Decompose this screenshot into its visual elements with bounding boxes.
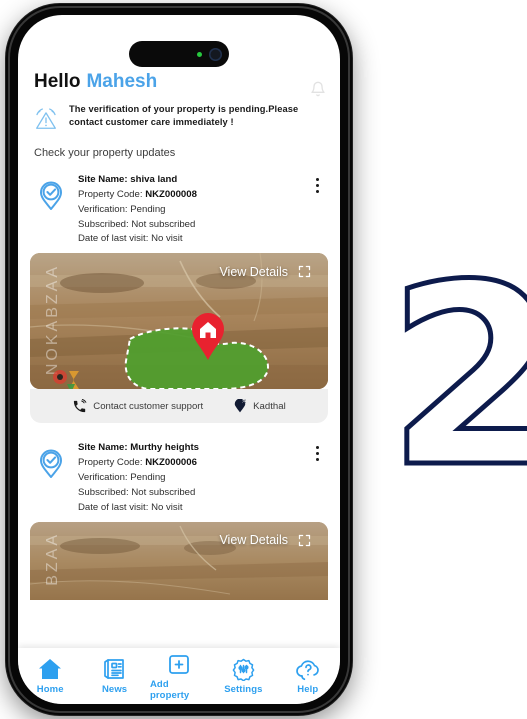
verification-label: Verification:	[78, 203, 128, 215]
nav-item-news[interactable]: News	[86, 657, 144, 695]
recording-indicator-dot	[197, 51, 202, 57]
expand-corners-icon	[298, 266, 311, 278]
nav-item-settings[interactable]: Settings	[214, 657, 272, 695]
menu-dot	[316, 178, 319, 181]
property-code-label: Property Code:	[78, 457, 143, 469]
image-watermark: BZAA	[44, 531, 61, 586]
page-title: Hello Mahesh	[34, 71, 340, 93]
property-code-value: NKZ000006	[145, 457, 197, 469]
property-details: Site Name: Murthy heights Property Code:…	[78, 441, 199, 515]
subscribed-value: Not subscribed	[131, 218, 196, 230]
expand-corners-icon	[298, 534, 311, 546]
property-code-value: NKZ000008	[145, 188, 197, 200]
property-summary: Site Name: shiva land Property Code: NKZ…	[30, 169, 328, 253]
user-name: Mahesh	[86, 71, 158, 92]
bell-icon[interactable]	[310, 81, 326, 97]
map-pin-check-icon	[40, 181, 62, 210]
newspaper-icon	[103, 659, 124, 679]
property-aerial-image[interactable]: BZAA View Details	[30, 521, 328, 600]
greeting-text: Hello	[34, 71, 81, 92]
nav-label-news: News	[101, 684, 128, 695]
nav-label-help: Help	[297, 684, 319, 695]
alert-message: The verification of your property is pen…	[69, 104, 299, 128]
contact-support-label: Contact customer support	[93, 400, 204, 412]
location-label: Kadthal	[253, 400, 286, 412]
phone-frame: Hello Mahesh The verification of your pro…	[6, 4, 352, 715]
nav-item-add-property[interactable]: Add property	[150, 652, 208, 701]
view-details-label: View Details	[219, 533, 288, 548]
last-visit-value: No visit	[151, 501, 183, 513]
verification-alert: The verification of your property is pen…	[32, 103, 324, 131]
last-visit-value: No visit	[151, 233, 183, 245]
map-pin-icon	[234, 399, 246, 413]
scroll-content[interactable]: Hello Mahesh The verification of your pro…	[18, 59, 340, 648]
warning-triangle-icon	[36, 108, 56, 129]
contact-support-button[interactable]: Contact customer support	[72, 398, 204, 414]
verification-value: Pending	[130, 472, 166, 484]
bottom-navigation[interactable]: Home News Add property Settings Help	[18, 648, 340, 704]
view-details-button[interactable]: View Details	[219, 533, 312, 548]
dynamic-island	[129, 41, 229, 67]
view-details-label: View Details	[219, 264, 288, 279]
card-menu-button[interactable]	[313, 175, 322, 196]
property-summary: Site Name: Murthy heights Property Code:…	[30, 437, 328, 521]
property-location[interactable]: Kadthal	[233, 399, 286, 413]
menu-dot	[316, 452, 319, 456]
site-name-label: Site Name:	[78, 174, 128, 185]
card-footer: Contact customer support Kadthal	[30, 389, 328, 424]
front-camera-icon	[209, 47, 222, 61]
verification-value: Pending	[130, 203, 166, 215]
help-cloud-icon	[295, 660, 319, 681]
map-pin-check-icon	[40, 449, 62, 479]
nav-item-help[interactable]: Help	[279, 657, 337, 695]
site-name-value: shiva land	[130, 174, 178, 185]
subscribed-label: Subscribed:	[78, 218, 129, 230]
site-name-label: Site Name:	[78, 442, 128, 454]
property-aerial-image[interactable]: NOKABZAA View Details	[30, 253, 328, 390]
subscribed-label: Subscribed:	[78, 486, 129, 498]
nav-label-home: Home	[36, 684, 64, 695]
subscribed-value: Not subscribed	[131, 486, 196, 498]
home-icon	[39, 659, 62, 679]
plus-square-icon	[169, 654, 189, 674]
home-marker-icon	[192, 313, 224, 361]
property-card[interactable]: Site Name: shiva land Property Code: NKZ…	[30, 169, 328, 424]
property-details: Site Name: shiva land Property Code: NKZ…	[78, 173, 197, 247]
nav-label-add-property: Add property	[149, 678, 190, 701]
nav-label-settings: Settings	[224, 684, 263, 695]
verification-label: Verification:	[78, 472, 128, 484]
nav-item-home[interactable]: Home	[21, 657, 79, 695]
property-card[interactable]: Site Name: Murthy heights Property Code:…	[30, 437, 328, 600]
menu-dot	[316, 184, 319, 187]
menu-dot	[316, 458, 319, 462]
menu-dot	[316, 190, 319, 193]
phone-screen: Hello Mahesh The verification of your pro…	[18, 15, 340, 704]
phone-ringing-icon	[74, 398, 87, 412]
image-watermark: NOKABZAA	[44, 264, 61, 376]
view-details-button[interactable]: View Details	[219, 264, 312, 279]
last-visit-label: Date of last visit:	[78, 501, 149, 513]
gear-sliders-icon	[232, 658, 255, 681]
card-menu-button[interactable]	[313, 443, 322, 464]
site-name-value: Murthy heights	[130, 442, 200, 454]
brand-logo-icon	[53, 370, 79, 390]
section-title: Check your property updates	[34, 147, 176, 159]
last-visit-label: Date of last visit:	[78, 233, 149, 245]
menu-dot	[316, 446, 319, 450]
property-code-label: Property Code:	[78, 188, 143, 200]
slide-number-watermark: 2	[385, 231, 527, 522]
